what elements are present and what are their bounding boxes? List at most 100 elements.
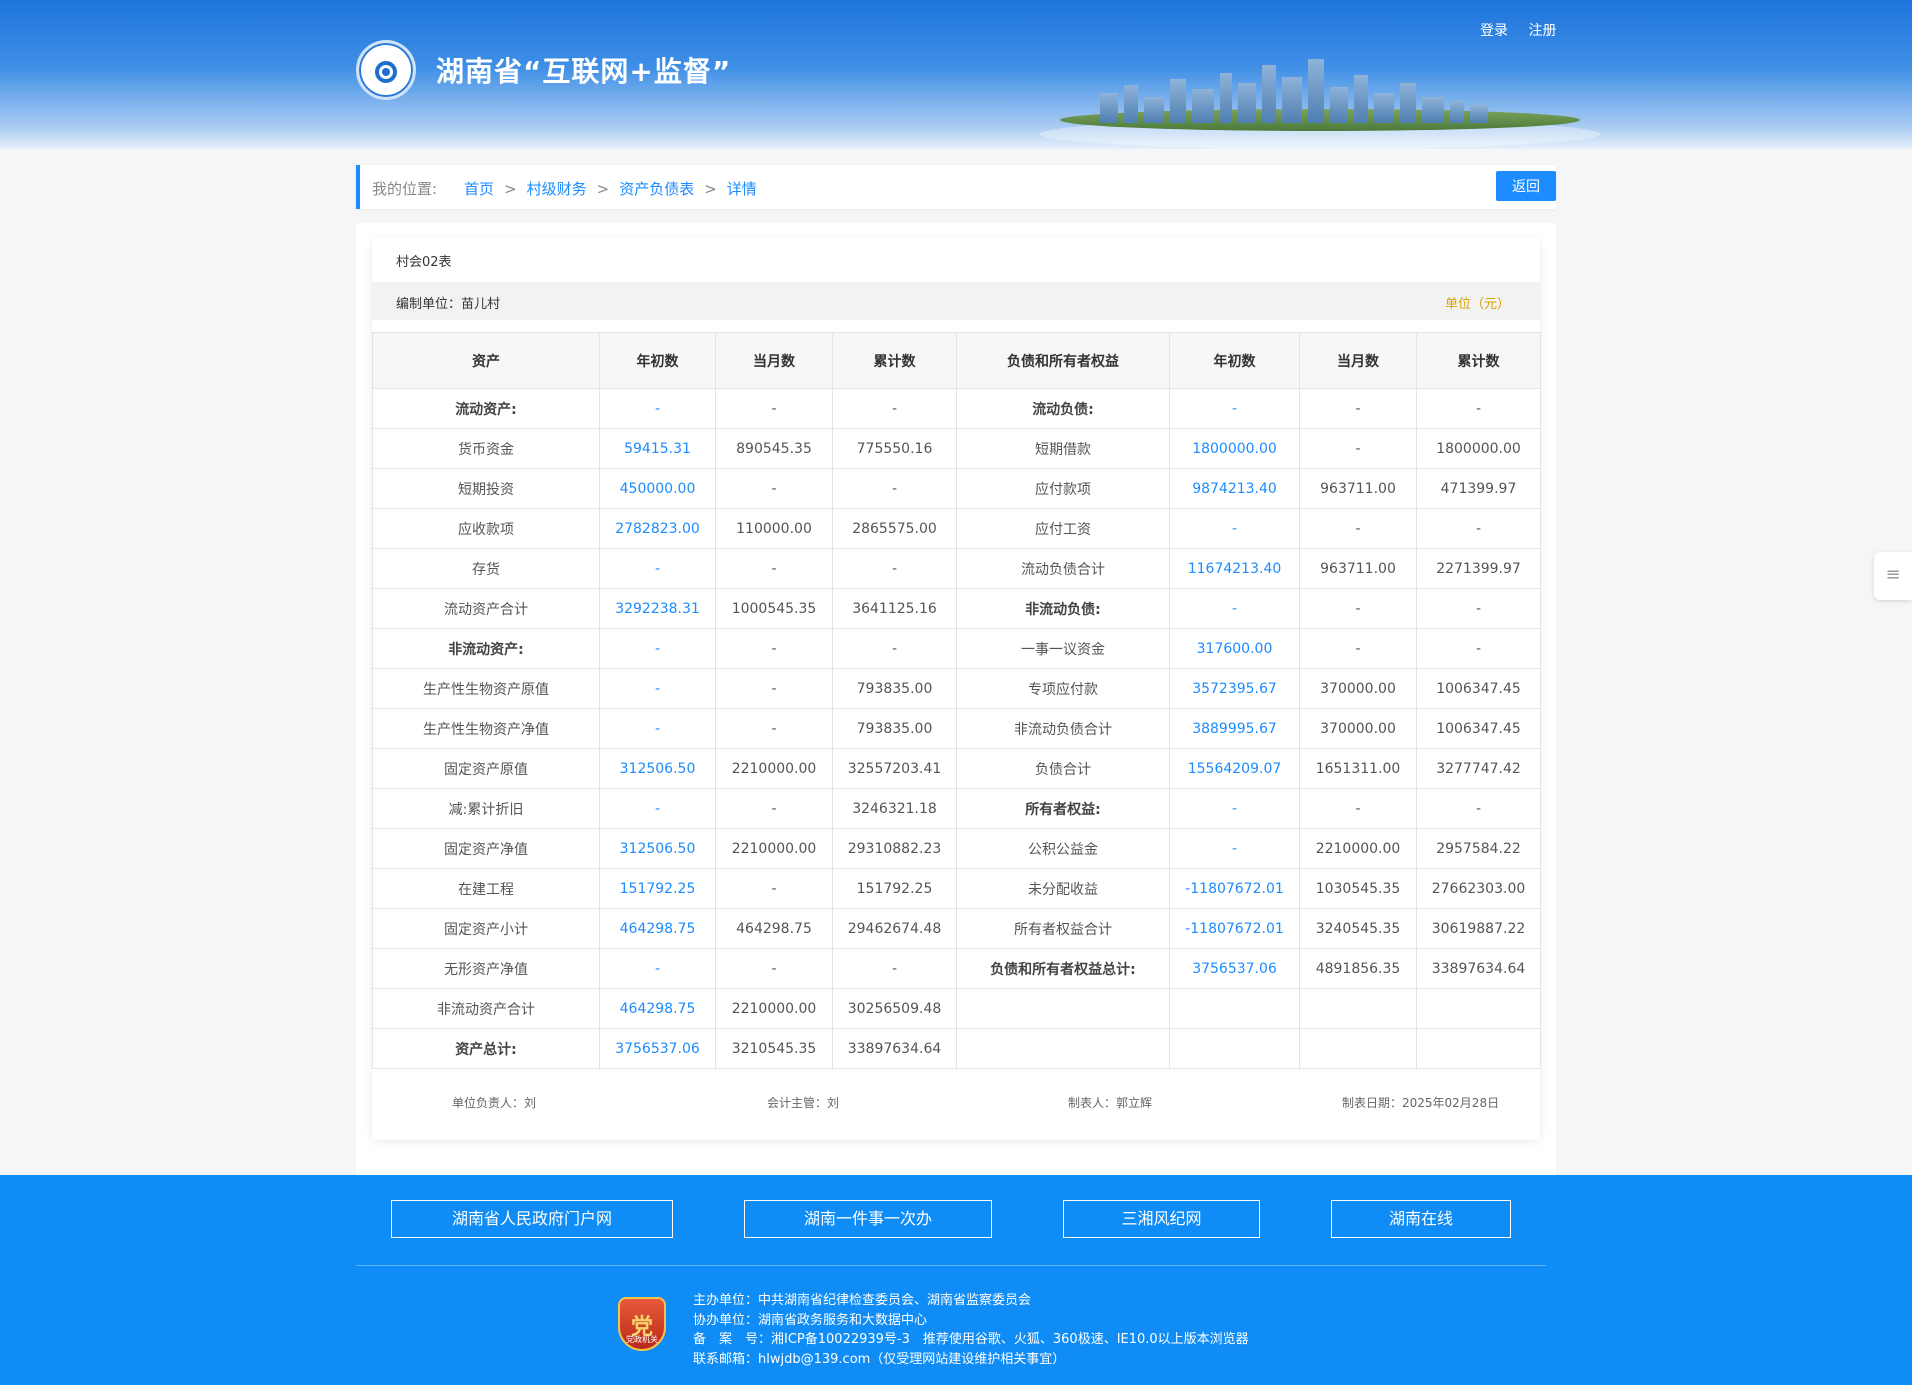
site-logo-icon[interactable]	[356, 40, 416, 100]
site-title[interactable]: 湖南省“互联网+监督”	[436, 50, 731, 90]
cell-value[interactable]: 450000.00	[599, 468, 716, 509]
cell-value[interactable]: 3889995.67	[1169, 708, 1300, 749]
menu-list-icon[interactable]: ≡	[1874, 552, 1912, 600]
cell-value[interactable]: -11807672.01	[1169, 868, 1300, 909]
party-govt-badge-icon[interactable]: 党 党政机关	[618, 1297, 666, 1351]
row-label: 货币资金	[372, 428, 600, 469]
table-row: 资产总计: 3756537.06 3210545.35 33897634.64	[372, 1028, 1541, 1069]
site-header: 湖南省“互联网+监督” 登录 注册	[0, 0, 1912, 149]
footer-email: 联系邮箱：hlwjdb@139.com（仅受理网站建设维护相关事宜）	[693, 1351, 1066, 1367]
cell-value: -	[1299, 788, 1417, 829]
row-label: 一事一议资金	[956, 628, 1170, 669]
row-label: 在建工程	[372, 868, 600, 909]
breadcrumb-home[interactable]: 首页	[464, 180, 494, 198]
cell-value[interactable]: -	[599, 668, 716, 709]
cell-value[interactable]: -	[599, 708, 716, 749]
cell-value[interactable]: 1800000.00	[1169, 428, 1300, 469]
cell-value: 32557203.41	[832, 748, 957, 789]
cell-value: 370000.00	[1299, 668, 1417, 709]
cell-value: 1006347.45	[1416, 668, 1541, 709]
row-label: 专项应付款	[956, 668, 1170, 709]
cell-value[interactable]: 3292238.31	[599, 588, 716, 629]
cell-value: -	[1416, 628, 1541, 669]
cell-value[interactable]: 59415.31	[599, 428, 716, 469]
cell-value: -	[715, 468, 833, 509]
chief-accountant: 会计主管：刘	[767, 1096, 840, 1110]
cell-value: 33897634.64	[1416, 948, 1541, 989]
cell-value[interactable]: 312506.50	[599, 748, 716, 789]
row-label: 应付工资	[956, 508, 1170, 549]
cell-value: 30256509.48	[832, 988, 957, 1029]
row-label: 无形资产净值	[372, 948, 600, 989]
footer-link-gov-portal[interactable]: 湖南省人民政府门户网	[391, 1200, 673, 1238]
footer-link-one-thing[interactable]: 湖南一件事一次办	[744, 1200, 992, 1238]
cell-value[interactable]: -	[599, 948, 716, 989]
breadcrumb-detail[interactable]: 详情	[727, 180, 757, 198]
cell-value: -	[1299, 628, 1417, 669]
table-row: 在建工程 151792.25-151792.25 未分配收益 -11807672.01…	[372, 868, 1541, 909]
balance-sheet-table: 资产 年初数 当月数 累计数 负债和所有者权益 年初数 当月数 累计数 流动资产: - - - 流动负…	[372, 332, 1541, 1069]
table-row: 生产性生物资产原值 - -793835.00 专项应付款 3572395.67 37000…	[372, 668, 1541, 709]
cell-value[interactable]: -	[599, 628, 716, 669]
cell-value[interactable]: -	[1169, 828, 1300, 869]
cell-value[interactable]: 9874213.40	[1169, 468, 1300, 509]
cell-value[interactable]: 3756537.06	[1169, 948, 1300, 989]
cell-value[interactable]: 317600.00	[1169, 628, 1300, 669]
cell-value	[1299, 1028, 1417, 1069]
footer-icp: 备 案 号：湘ICP备10022939号-3 推荐使用谷歌、火狐、360极速、I…	[693, 1332, 1249, 1347]
table-row: 固定资产净值 312506.50 2210000.00 29310882.23 公积公益…	[372, 828, 1541, 869]
back-button[interactable]: 返回	[1496, 171, 1556, 201]
cell-value[interactable]: -	[599, 548, 716, 589]
cell-value: 29462674.48	[832, 908, 957, 949]
cell-value[interactable]: 464298.75	[599, 988, 716, 1029]
cell-value: 1030545.35	[1299, 868, 1417, 909]
cell-value[interactable]: 464298.75	[599, 908, 716, 949]
cell-value[interactable]: -	[599, 788, 716, 829]
cell-value[interactable]: 15564209.07	[1169, 748, 1300, 789]
footer-link-sanxiang[interactable]: 三湘风纪网	[1063, 1200, 1260, 1238]
cell-value[interactable]: -	[1169, 588, 1300, 629]
table-row: 固定资产原值 312506.50 2210000.00 32557203.41 负债合计…	[372, 748, 1541, 789]
cell-value	[1169, 988, 1300, 1029]
row-label: 所有者权益合计	[956, 908, 1170, 949]
cell-value[interactable]: -	[1169, 388, 1300, 429]
cell-value[interactable]: 151792.25	[599, 868, 716, 909]
cell-value[interactable]: 2782823.00	[599, 508, 716, 549]
cell-value: -	[832, 948, 957, 989]
cell-value	[1416, 988, 1541, 1029]
table-row: 减:累计折旧 - -3246321.18 所有者权益: - - -	[372, 788, 1541, 829]
cell-value[interactable]: -	[599, 388, 716, 429]
cell-value: -	[1299, 508, 1417, 549]
table-row: 固定资产小计 464298.75 464298.75 29462674.48 所有者权益…	[372, 908, 1541, 949]
cell-value[interactable]: 312506.50	[599, 828, 716, 869]
breadcrumb-balance-sheet[interactable]: 资产负债表	[619, 180, 694, 198]
cell-value: 793835.00	[832, 668, 957, 709]
cell-value: 27662303.00	[1416, 868, 1541, 909]
footer-link-hunan-online[interactable]: 湖南在线	[1331, 1200, 1511, 1238]
cell-value: 2210000.00	[1299, 828, 1417, 869]
cell-value[interactable]: 3756537.06	[599, 1028, 716, 1069]
cell-value: -	[1416, 588, 1541, 629]
cell-value: -	[832, 468, 957, 509]
cell-value[interactable]: -11807672.01	[1169, 908, 1300, 949]
register-link[interactable]: 注册	[1528, 23, 1556, 39]
org-unit-row: 编制单位：苗儿村 单位（元）	[372, 282, 1540, 320]
breadcrumb-village-finance[interactable]: 村级财务	[527, 180, 587, 198]
row-label: 应收款项	[372, 508, 600, 549]
footer-links: 湖南省人民政府门户网 湖南一件事一次办 三湘风纪网 湖南在线	[0, 1200, 1912, 1240]
row-label: 未分配收益	[956, 868, 1170, 909]
cell-value: -	[715, 788, 833, 829]
cell-value[interactable]: 11674213.40	[1169, 548, 1300, 589]
cell-value: 1000545.35	[715, 588, 833, 629]
row-label: 非流动负债合计	[956, 708, 1170, 749]
cell-value[interactable]: -	[1169, 788, 1300, 829]
login-link[interactable]: 登录	[1480, 23, 1508, 39]
row-label	[956, 988, 1170, 1029]
cell-value: 110000.00	[715, 508, 833, 549]
unit-head: 单位负责人：刘	[452, 1096, 537, 1110]
cell-value[interactable]: 3572395.67	[1169, 668, 1300, 709]
row-label: 固定资产小计	[372, 908, 600, 949]
cell-value[interactable]: -	[1169, 508, 1300, 549]
row-label: 流动资产:	[372, 388, 600, 429]
table-row: 货币资金 59415.31 890545.35 775550.16 短期借款 180000…	[372, 428, 1541, 469]
